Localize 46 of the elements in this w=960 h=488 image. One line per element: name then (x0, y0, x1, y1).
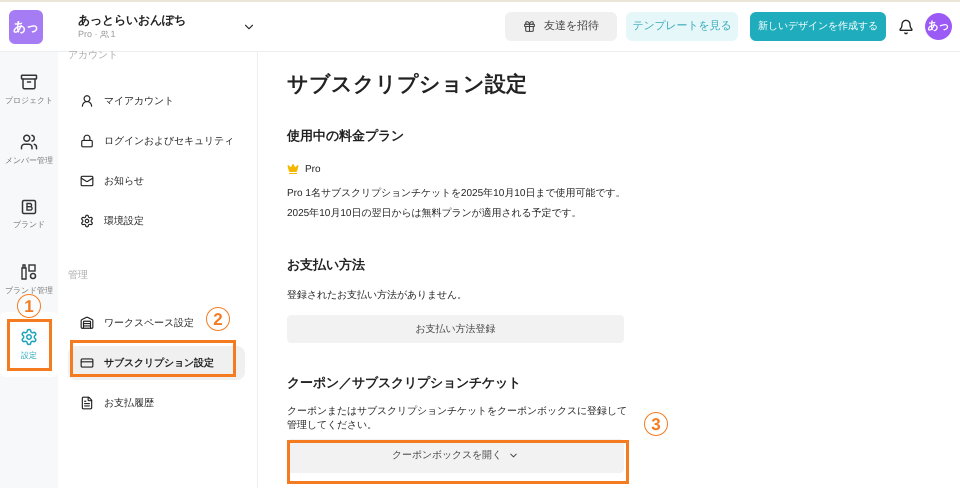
section-heading: アカウント (68, 50, 119, 62)
nav-item[interactable]: ログインおよびセキュリティ (68, 124, 245, 158)
rail-item[interactable]: ブランド (0, 182, 58, 247)
archive-icon (20, 72, 38, 90)
section-heading: お支払い方法 (287, 256, 366, 274)
person-icon (80, 94, 94, 108)
section-heading: 管理 (68, 270, 89, 282)
card-icon (80, 356, 94, 370)
gift-icon (523, 20, 536, 33)
section-heading: 使用中の料金プラン (287, 127, 405, 145)
nav-item[interactable]: 環境設定 (68, 204, 245, 238)
rail-item[interactable]: メンバー管理 (0, 117, 58, 182)
users-icon (100, 30, 109, 39)
rail-item[interactable]: プロジェクト (0, 52, 58, 117)
section-heading: クーポン／サブスクリプションチケット (287, 374, 522, 392)
nav-item[interactable]: お支払履歴 (68, 386, 245, 420)
lock-icon (80, 134, 94, 148)
coupon-box-button[interactable]: クーポンボックスを開く (287, 438, 624, 472)
step-number: 3 (644, 412, 668, 436)
invite-button[interactable]: 友達を招待 (505, 12, 617, 41)
plan-description: 2025年10月10日の翌日からは無料プランが適用される予定です。 (287, 206, 582, 220)
nav-item[interactable]: マイアカウント (68, 84, 245, 118)
highlight-frame (7, 319, 52, 371)
add-payment-button[interactable]: お支払い方法登録 (287, 315, 624, 343)
user-avatar[interactable]: あっ (925, 13, 952, 40)
settings-icon (80, 214, 94, 228)
coupon-message: クーポンまたはサブスクリプションチケットをクーポンボックスに登録して管理してください。 (287, 404, 628, 432)
letter-tile-icon (21, 198, 37, 214)
payment-message: 登録されたお支払い方法がありません。 (287, 288, 468, 303)
page-title: サブスクリプション設定 (287, 72, 528, 98)
nav-item[interactable]: お知らせ (68, 164, 245, 198)
tube-gear-icon (20, 262, 38, 280)
step-number: 1 (17, 294, 41, 318)
bell-icon[interactable] (898, 18, 914, 34)
workspace-name: あっとらいおんぽち (78, 12, 186, 28)
users-icon (20, 132, 38, 150)
building-icon (80, 316, 94, 330)
step-number: 2 (206, 307, 230, 331)
document-icon (80, 396, 94, 410)
mail-icon (80, 174, 94, 188)
settings-icon (20, 328, 38, 346)
crown-icon (287, 163, 299, 175)
plan-label: Pro · (78, 28, 98, 41)
plan-name: Pro (305, 162, 321, 176)
member-count: 1 (110, 28, 116, 41)
plan-description: Pro 1名サブスクリプションチケットを2025年10月10日まで使用可能です。 (287, 186, 626, 200)
